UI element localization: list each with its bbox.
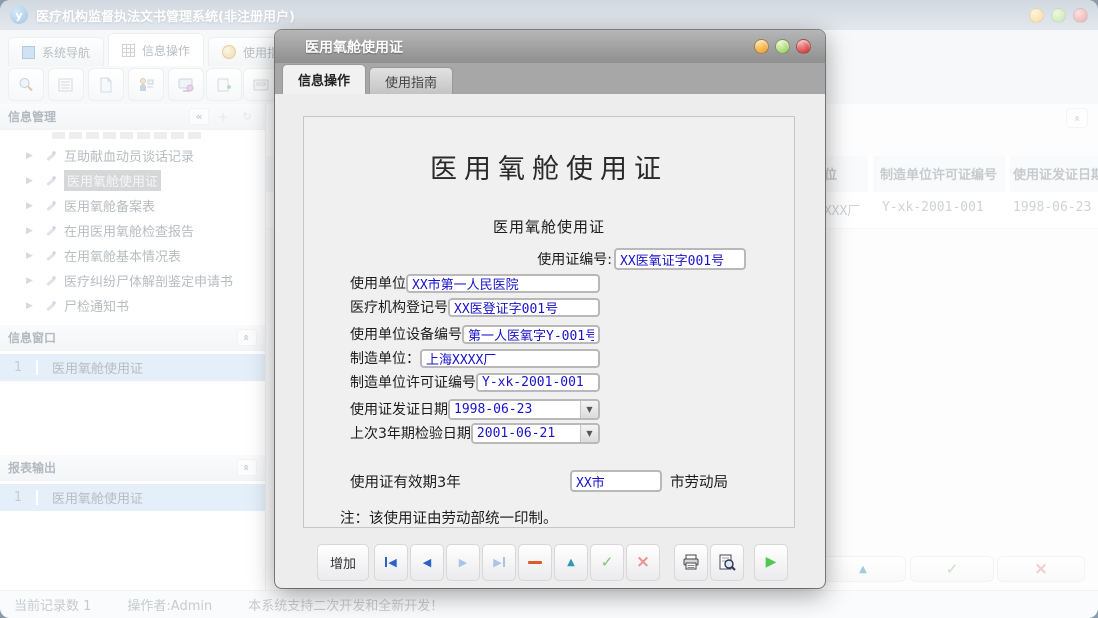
form-title: 医用氧舱使用证 [304, 147, 794, 186]
dialog-maximize-button[interactable] [775, 39, 790, 54]
last-record-button[interactable]: ▶ [482, 544, 516, 581]
dialog-minimize-button[interactable] [754, 39, 769, 54]
field-issue-date: 使用证发证日期 ▼ [350, 398, 600, 420]
dialog-tab-info-operation[interactable]: 信息操作 [282, 64, 366, 94]
dialog-window-controls [754, 39, 811, 54]
post-record-button[interactable]: ✓ [590, 544, 624, 581]
validity-row: 使用证有效期3年 市劳动局 [350, 470, 728, 492]
delete-record-button[interactable] [518, 544, 552, 581]
screen: y 医疗机构监督执法文书管理系统(非注册用户) 系统导航 信息操作 使用指南 [0, 0, 1098, 618]
field-last-inspection-date: 上次3年期检验日期 ▼ [350, 422, 600, 444]
check-icon: ✓ [601, 553, 614, 571]
cert-no-label: 使用证编号: [537, 249, 612, 269]
first-record-button[interactable]: ◀ [374, 544, 408, 581]
dialog-close-button[interactable] [796, 39, 811, 54]
device-no-input[interactable] [462, 325, 600, 344]
prev-record-button[interactable]: ◀ [410, 544, 444, 581]
edit-record-button[interactable]: ▲ [554, 544, 588, 581]
dialog-body: 医用氧舱使用证 医用氧舱使用证 使用证编号: 使用单位 医疗机构登记号 使用单位… [275, 94, 825, 536]
registration-no-input[interactable] [448, 298, 600, 317]
minus-icon [528, 561, 542, 564]
use-unit-input[interactable] [406, 274, 600, 293]
issuer-suffix-label: 市劳动局 [670, 471, 728, 492]
chevron-down-icon[interactable]: ▼ [580, 425, 598, 442]
field-device-no: 使用单位设备编号 [350, 323, 600, 345]
first-record-icon: ◀ [385, 556, 396, 569]
prev-record-icon: ◀ [423, 556, 431, 569]
field-manufacturer: 制造单位： [350, 347, 600, 369]
dialog-toolbar: 增加 ◀ ◀ ▶ ▶ ▲ ✓ × ▶ [275, 536, 825, 588]
license-no-input[interactable] [476, 373, 600, 392]
play-icon: ▶ [766, 554, 777, 570]
cert-no-row: 使用证编号: [304, 248, 794, 270]
manufacturer-input[interactable] [420, 349, 600, 368]
issue-date-input[interactable] [450, 401, 580, 418]
triangle-up-icon: ▲ [567, 557, 575, 568]
field-use-unit: 使用单位 [350, 272, 600, 294]
field-registration-no: 医疗机构登记号 [350, 296, 600, 318]
field-license-no: 制造单位许可证编号 [350, 371, 600, 393]
issue-date-dropdown[interactable]: ▼ [448, 399, 600, 420]
dialog-title: 医用氧舱使用证 [305, 37, 403, 57]
x-icon: × [636, 554, 650, 571]
chevron-down-icon[interactable]: ▼ [580, 401, 598, 418]
dialog-tabstrip: 信息操作 使用指南 [275, 63, 825, 94]
run-report-button[interactable]: ▶ [754, 544, 788, 581]
certificate-form-panel: 医用氧舱使用证 医用氧舱使用证 使用证编号: 使用单位 医疗机构登记号 使用单位… [303, 116, 795, 528]
cert-no-input[interactable] [614, 248, 746, 270]
print-preview-icon [718, 554, 736, 571]
add-record-button[interactable]: 增加 [317, 544, 369, 581]
next-record-icon: ▶ [459, 556, 467, 569]
dialog-titlebar[interactable]: 医用氧舱使用证 [275, 30, 825, 63]
last-record-icon: ▶ [493, 556, 504, 569]
validity-label: 使用证有效期3年 [350, 471, 461, 492]
dialog-tab-user-guide[interactable]: 使用指南 [369, 67, 453, 94]
next-record-button[interactable]: ▶ [446, 544, 480, 581]
oxygen-chamber-cert-dialog: 医用氧舱使用证 信息操作 使用指南 医用氧舱使用证 医用氧舱使用证 使用证编号:… [275, 30, 825, 588]
print-preview-button[interactable] [710, 544, 744, 581]
issuer-city-input[interactable] [570, 470, 662, 492]
printer-icon [682, 554, 700, 570]
form-note: 注：该使用证由劳动部统一印制。 [340, 507, 794, 528]
last-inspection-dropdown[interactable]: ▼ [471, 423, 600, 444]
form-subtitle: 医用氧舱使用证 [304, 216, 794, 237]
cancel-record-button[interactable]: × [626, 544, 660, 581]
print-button[interactable] [674, 544, 708, 581]
last-inspection-input[interactable] [473, 425, 580, 442]
